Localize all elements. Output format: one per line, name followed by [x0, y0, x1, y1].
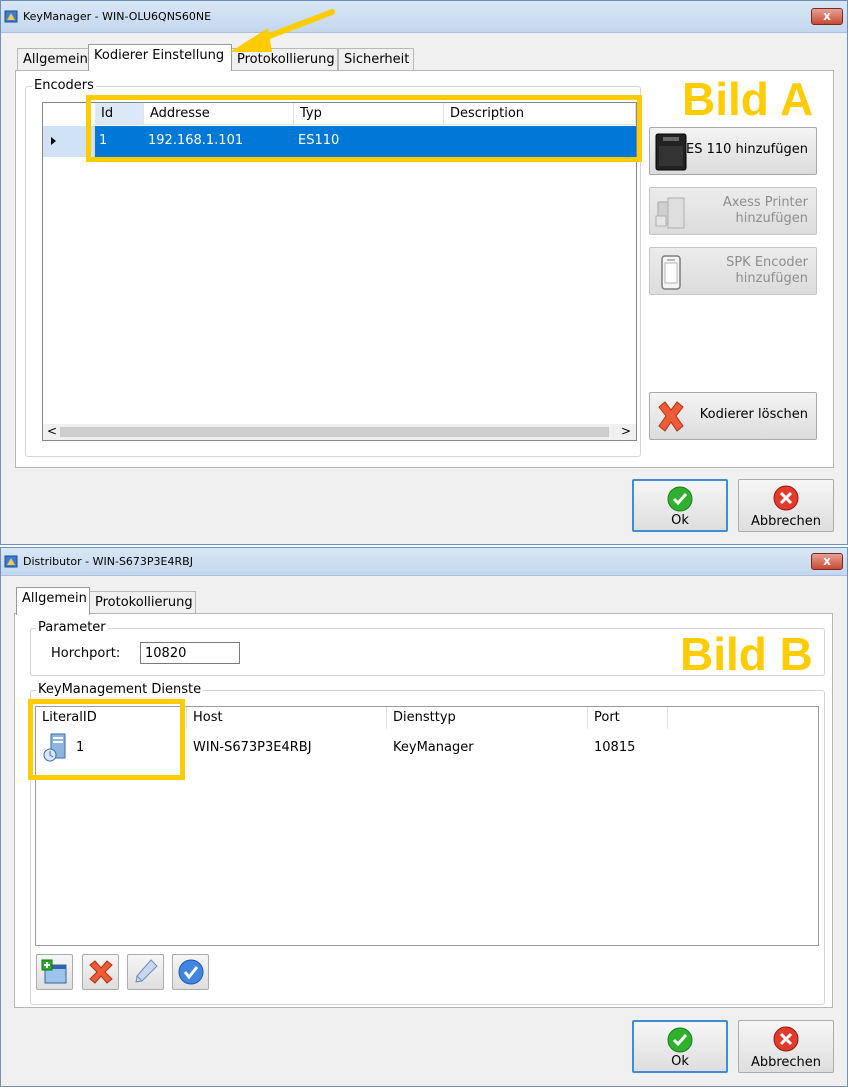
cancel-button[interactable]: Abbrechen — [738, 1020, 834, 1073]
scrollbar-thumb[interactable] — [60, 427, 609, 437]
cell-type: ES110 — [298, 133, 340, 148]
add-service-button[interactable] — [36, 954, 73, 990]
tab-allgemein[interactable]: Allgemein — [16, 587, 90, 615]
horizontal-scrollbar[interactable]: < > — [43, 424, 636, 440]
scroll-right-arrow[interactable]: > — [621, 424, 631, 438]
delete-service-button[interactable] — [82, 954, 119, 990]
cell-host: WIN-S673P3E4RBJ — [193, 740, 312, 755]
delete-x-icon — [658, 401, 684, 432]
cancel-x-icon — [773, 1026, 799, 1052]
annotation-label-a: Bild A — [682, 73, 814, 125]
check-circle-icon — [178, 959, 204, 985]
add-window-icon — [41, 959, 67, 984]
encoders-grid: Id Addresse Typ Description 1 192.168.1.… — [42, 102, 637, 441]
close-button[interactable]: x — [811, 8, 843, 25]
cell-literalid: 1 — [76, 740, 85, 755]
checkmark-icon — [667, 486, 693, 512]
edit-service-button[interactable] — [127, 954, 164, 990]
parameter-group-title: Parameter — [36, 620, 108, 635]
confirm-service-button[interactable] — [172, 954, 209, 990]
cancel-button[interactable]: Abbrechen — [738, 479, 834, 532]
tab-sicherheit[interactable]: Sicherheit — [338, 48, 414, 70]
services-group-title: KeyManagement Dienste — [36, 682, 204, 697]
column-header-host[interactable]: Host — [187, 707, 387, 729]
printer-icon — [655, 197, 685, 229]
row-pointer-icon — [51, 137, 56, 145]
add-es110-label: ES 110 hinzufügen — [685, 142, 808, 157]
title-bar: Distributor - WIN-S673P3E4RBJ x — [1, 548, 847, 576]
delete-encoder-button[interactable]: Kodierer löschen — [649, 392, 817, 440]
column-header-service-type[interactable]: Diensttyp — [387, 707, 588, 729]
cancel-label: Abbrechen — [750, 514, 822, 529]
column-header-id[interactable]: Id — [95, 103, 144, 125]
row-header-selected[interactable] — [43, 126, 95, 157]
annotation-arrow-icon — [230, 9, 335, 52]
scroll-left-arrow[interactable]: < — [47, 424, 57, 438]
listen-port-input[interactable]: 10820 — [140, 642, 240, 664]
checkmark-icon — [667, 1027, 693, 1053]
window-title: KeyManager - WIN-OLU6QNS60NE — [23, 10, 212, 23]
close-button[interactable]: x — [811, 553, 843, 570]
app-icon — [4, 10, 18, 23]
ok-button[interactable]: Ok — [632, 1020, 728, 1073]
pencil-icon — [135, 959, 158, 983]
cell-service-type: KeyManager — [393, 740, 474, 755]
smartphone-icon — [661, 255, 681, 290]
title-bar: KeyManager - WIN-OLU6QNS60NE x — [1, 1, 847, 33]
add-es110-button[interactable]: ES 110 hinzufügen — [649, 127, 817, 175]
cell-address: 192.168.1.101 — [148, 133, 244, 148]
cancel-x-icon — [773, 485, 799, 511]
column-header-description[interactable]: Description — [444, 103, 636, 125]
window-title: Distributor - WIN-S673P3E4RBJ — [23, 555, 193, 568]
table-row[interactable]: 1 192.168.1.101 ES110 — [95, 126, 636, 157]
delete-x-icon — [89, 960, 113, 984]
services-list: LiteralID Host Diensttyp Port 1 WIN-S673… — [35, 706, 819, 946]
add-spk-label: SPK Encoder hinzufügen — [726, 255, 808, 286]
column-header-address[interactable]: Addresse — [144, 103, 294, 125]
column-header-literalid[interactable]: LiteralID — [36, 707, 187, 729]
annotation-label-b: Bild B — [680, 628, 813, 680]
tab-allgemein[interactable]: Allgemein — [17, 48, 89, 70]
add-axess-printer-button[interactable]: Axess Printer hinzufügen — [649, 187, 817, 235]
column-header-type[interactable]: Typ — [294, 103, 444, 125]
listen-port-label: Horchport: — [51, 646, 121, 661]
server-service-icon — [43, 733, 66, 762]
tab-kodierer-einstellung[interactable]: Kodierer Einstellung — [88, 44, 232, 71]
ok-label: Ok — [671, 513, 689, 528]
add-axess-label: Axess Printer hinzufügen — [722, 195, 808, 226]
cancel-label: Abbrechen — [750, 1055, 822, 1070]
app-icon — [4, 555, 18, 568]
column-header-port[interactable]: Port — [588, 707, 668, 729]
encoder-device-icon — [655, 133, 687, 171]
cell-port: 10815 — [594, 740, 636, 755]
delete-encoder-label: Kodierer löschen — [699, 407, 808, 422]
add-spk-encoder-button[interactable]: SPK Encoder hinzufügen — [649, 247, 817, 295]
ok-button[interactable]: Ok — [632, 479, 728, 532]
encoders-group-title: Encoders — [32, 78, 96, 93]
ok-label: Ok — [671, 1054, 689, 1069]
tab-protokollierung[interactable]: Protokollierung — [89, 591, 196, 613]
cell-id: 1 — [99, 133, 108, 148]
list-item[interactable]: 1 WIN-S673P3E4RBJ KeyManager 10815 — [36, 733, 818, 763]
